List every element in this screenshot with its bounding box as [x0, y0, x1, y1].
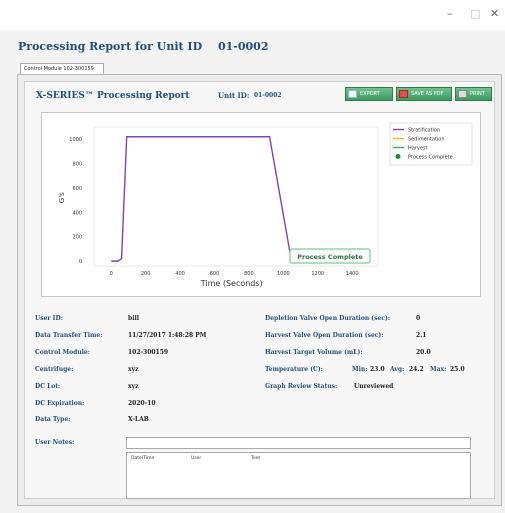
target-volume-value: 20.0 — [416, 349, 431, 356]
printer-icon — [458, 90, 467, 98]
legend-label: Harvest — [408, 146, 428, 152]
dc-expiration-value: 2020-10 — [128, 400, 156, 407]
print-label: PRINT — [470, 91, 485, 97]
user-notes-label: User Notes: — [35, 439, 75, 446]
report-body: X-SERIES™ Processing Report Unit ID: 01-… — [24, 81, 495, 499]
centrifuge-label: Centrifuge: — [35, 366, 74, 373]
y-tick-label: 400 — [72, 210, 82, 216]
legend-label: Stratification — [408, 128, 440, 134]
user-id-label: User ID: — [35, 315, 63, 322]
y-tick-label: 0 — [79, 259, 82, 265]
temp-min-label: Min: — [352, 366, 368, 373]
x-tick-label: 800 — [244, 271, 254, 277]
notes-history-table[interactable]: Date/Time User Text — [126, 452, 471, 499]
column-header-user: User — [191, 456, 202, 461]
unit-id-value: 01-0002 — [254, 92, 282, 99]
title-bar: – □ ✕ — [0, 0, 505, 30]
y-tick-label: 200 — [72, 235, 82, 241]
report-unit-id: 01-0002 — [218, 40, 269, 53]
dc-lot-label: DC Lot: — [35, 383, 61, 390]
y-tick-label: 600 — [72, 186, 82, 192]
legend-label: Sedimentation — [408, 137, 445, 143]
depletion-value: 0 — [416, 315, 421, 322]
control-module-value: 102-300159 — [128, 349, 169, 356]
report-title: Processing Report for Unit ID — [18, 40, 203, 53]
legend-marker — [395, 154, 401, 159]
export-label: EXPORT — [360, 91, 380, 97]
temp-min-value: 23.0 — [370, 366, 385, 373]
process-chart: 0 200 400 600 800 1000 0 200 400 600 800 1000 1200 14… — [58, 122, 473, 288]
x-tick-label: 400 — [175, 271, 185, 277]
user-notes-input[interactable] — [126, 437, 471, 449]
save-pdf-button[interactable]: SAVE AS PDF — [396, 87, 452, 101]
graph-review-value: Unreviewed — [354, 383, 394, 390]
data-type-label: Data Type: — [35, 416, 71, 423]
target-volume-label: Harvest Target Volume (mL): — [265, 349, 363, 356]
x-tick-label: 1200 — [311, 271, 324, 277]
legend-label: Process Complete — [408, 155, 453, 161]
y-tick-label: 800 — [72, 162, 82, 168]
dc-expiration-label: DC Expiration: — [35, 400, 85, 407]
chart-container: 0 200 400 600 800 1000 0 200 400 600 800 1000 1200 14… — [41, 112, 481, 297]
column-header-datetime: Date/Time — [131, 456, 155, 461]
plot-frame — [93, 126, 379, 267]
y-tick-label: 1000 — [69, 137, 82, 143]
annotation-label: Process Complete — [297, 253, 363, 261]
export-button[interactable]: EXPORT — [345, 87, 393, 101]
processing-title: X-SERIES™ Processing Report — [36, 91, 190, 101]
report-panel: X-SERIES™ Processing Report Unit ID: 01-… — [17, 74, 502, 506]
unit-id-label: Unit ID: — [218, 91, 250, 100]
graph-review-label: Graph Review Status: — [265, 383, 338, 390]
y-axis-label: G's — [58, 192, 66, 203]
depletion-label: Depletion Valve Open Duration (sec): — [265, 315, 391, 322]
x-tick-label: 1000 — [277, 271, 290, 277]
close-button[interactable]: ✕ — [490, 7, 499, 20]
harvest-duration-label: Harvest Valve Open Duration (sec): — [265, 332, 384, 339]
export-icon — [348, 90, 357, 98]
series-line-stratification — [111, 136, 291, 262]
x-tick-label: 600 — [210, 271, 220, 277]
temp-avg-label: Avg: — [390, 366, 405, 373]
temp-max-value: 25.0 — [450, 366, 465, 373]
column-header-text: Text — [251, 456, 261, 461]
save-pdf-label: SAVE AS PDF — [411, 91, 444, 97]
maximize-button[interactable]: □ — [470, 7, 480, 20]
control-module-label: Control Module: — [35, 349, 90, 356]
transfer-time-label: Data Transfer Time: — [35, 332, 103, 339]
x-tick-label: 1400 — [346, 271, 359, 277]
x-tick-label: 200 — [141, 271, 151, 277]
app-window: – □ ✕ Processing Report for Unit ID 01-0… — [0, 0, 505, 513]
data-type-value: X-LAB — [128, 416, 149, 423]
print-button[interactable]: PRINT — [455, 87, 492, 101]
harvest-duration-value: 2.1 — [416, 332, 427, 339]
temp-avg-value: 24.2 — [409, 366, 424, 373]
dc-lot-value: xyz — [128, 383, 139, 390]
pdf-icon — [399, 90, 408, 98]
temp-max-label: Max: — [430, 366, 447, 373]
centrifuge-value: xyz — [128, 366, 139, 373]
x-tick-label: 0 — [110, 271, 113, 277]
minimize-button[interactable]: – — [447, 7, 453, 20]
x-axis-label: Time (Seconds) — [200, 279, 263, 288]
transfer-time-value: 11/27/2017 1:48:28 PM — [128, 332, 207, 339]
temperature-label: Temperature (C): — [265, 366, 323, 373]
user-id-value: bill — [128, 315, 140, 322]
